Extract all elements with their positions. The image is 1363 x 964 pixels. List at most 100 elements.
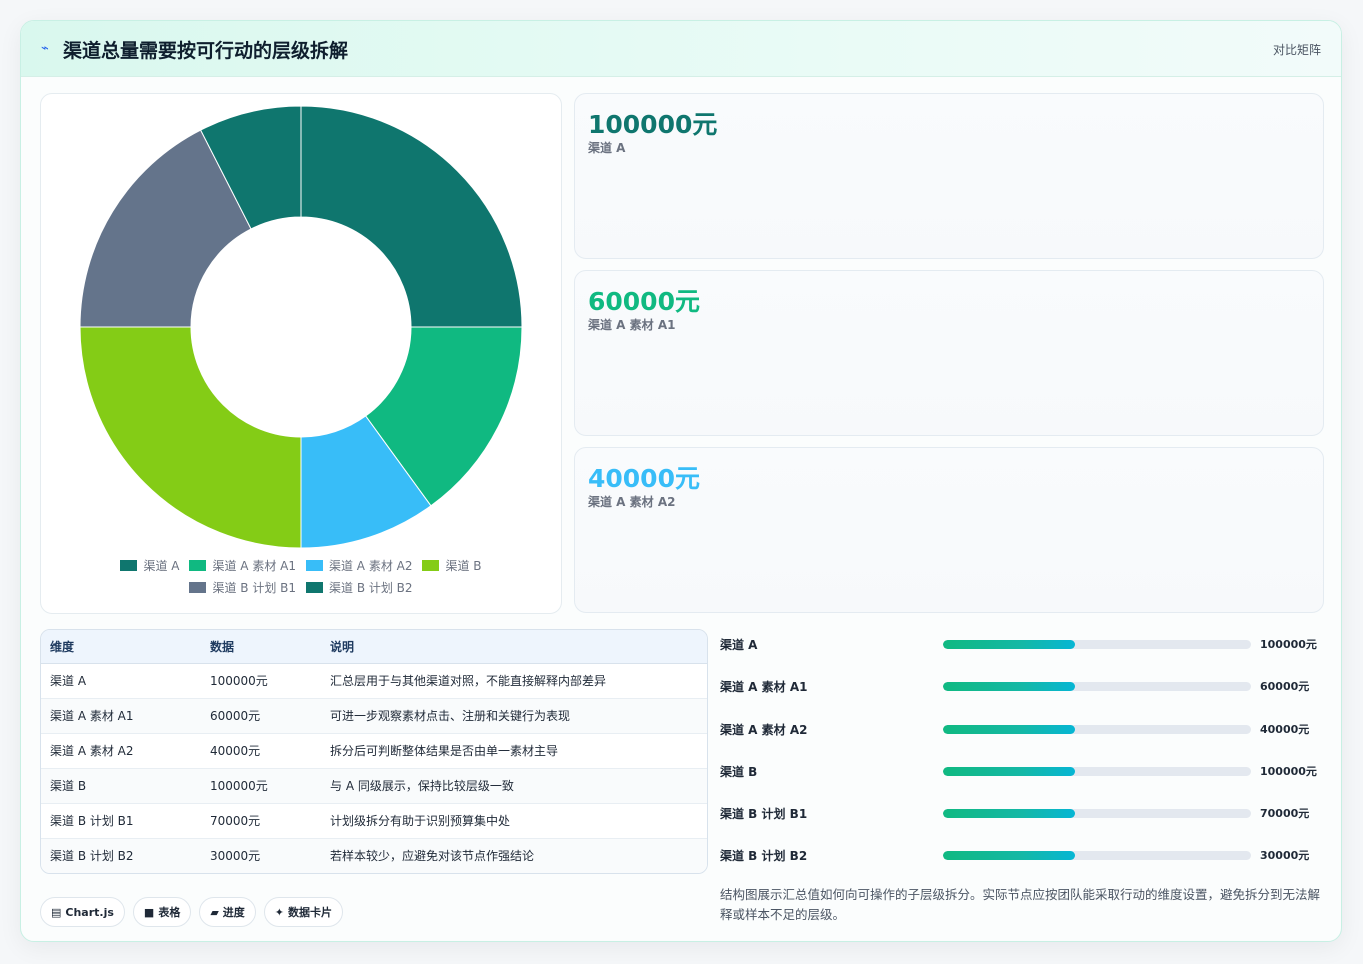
data-table: 维度 数据 说明 渠道 A 100000元 汇总层用于与其他渠道对照，不能直接解释内… (40, 629, 708, 874)
cell-dimension: 渠道 A 素材 A2 (41, 733, 201, 769)
cell-dimension: 渠道 B 计划 B1 (41, 803, 201, 839)
progress-value: 40000元 (1260, 723, 1310, 736)
sparkle-icon: ✦ (274, 905, 285, 919)
progress-fill (943, 767, 1076, 776)
legend-label: 渠道 A 素材 A1 (212, 558, 296, 573)
progress-icon: ▰ (210, 905, 219, 919)
chip-data-card[interactable]: ✦ 数据卡片 (263, 897, 344, 927)
chip-label: Chart.js (65, 905, 114, 919)
legend-swatch (422, 559, 440, 571)
progress-track (943, 809, 1251, 818)
legend-row: 渠道 A 渠道 A 素材 A1 渠道 A 素材 A2 渠道 B (41, 554, 561, 576)
cell-description: 若样本较少，应避免对该节点作强结论 (321, 838, 707, 873)
chip-chartjs[interactable]: ▤ Chart.js (40, 897, 125, 927)
progress-fill (943, 682, 1076, 691)
doughnut-chart-panel: 渠道 A 渠道 A 素材 A1 渠道 A 素材 A2 渠道 B 渠道 B 计划 B1 渠道… (40, 93, 562, 614)
chip-label: 进度 (222, 906, 245, 919)
legend-row: 渠道 B 计划 B1 渠道 B 计划 B2 (41, 576, 561, 598)
progress-value: 60000元 (1260, 680, 1310, 693)
stat-label: 渠道 A 素材 A2 (588, 495, 676, 509)
stat-card-channel-a1: 60000元 渠道 A 素材 A1 (574, 270, 1324, 436)
cell-description: 汇总层用于与其他渠道对照，不能直接解释内部差异 (321, 663, 707, 699)
progress-track (943, 767, 1251, 776)
progress-label: 渠道 B 计划 B1 (720, 807, 808, 821)
table-row: 渠道 A 100000元 汇总层用于与其他渠道对照，不能直接解释内部差异 (41, 663, 707, 699)
legend-label: 渠道 B (445, 558, 482, 573)
page-title: 渠道总量需要按可行动的层级拆解 (63, 40, 349, 62)
progress-track (943, 851, 1251, 860)
progress-value: 70000元 (1260, 807, 1310, 820)
table-header-row: 维度 数据 说明 (41, 630, 707, 664)
stat-card-channel-a: 100000元 渠道 A (574, 93, 1324, 259)
progress-track (943, 640, 1251, 649)
stat-value: 100000元 (588, 110, 718, 139)
table-row: 渠道 A 素材 A1 60000元 可进一步观察素材点击、注册和关键行为表现 (41, 698, 707, 734)
cell-dimension: 渠道 B 计划 B2 (41, 838, 201, 873)
chip-label: 数据卡片 (288, 906, 333, 919)
table-row: 渠道 A 素材 A2 40000元 拆分后可判断整体结果是否由单一素材主导 (41, 733, 707, 769)
progress-row: 渠道 B 计划 B1 70000元 (720, 798, 1320, 828)
table-row: 渠道 B 计划 B1 70000元 计划级拆分有助于识别预算集中处 (41, 803, 707, 839)
progress-track (943, 682, 1251, 691)
cell-data: 70000元 (201, 803, 321, 839)
footnote: 结构图展示汇总值如何向可操作的子层级拆分。实际节点应按团队能采取行动的维度设置，… (720, 887, 1321, 922)
donut-slice[interactable] (300, 105, 523, 328)
legend-item[interactable]: 渠道 B 计划 B1 (189, 576, 296, 598)
chip-label: 表格 (158, 906, 181, 919)
legend-item[interactable]: 渠道 A 素材 A1 (189, 554, 296, 576)
legend-item[interactable]: 渠道 A (120, 554, 179, 576)
cell-description: 可进一步观察素材点击、注册和关键行为表现 (321, 698, 707, 734)
progress-label: 渠道 A 素材 A2 (720, 723, 808, 737)
progress-value: 100000元 (1260, 765, 1317, 778)
legend-swatch (189, 559, 207, 571)
legend-swatch (305, 559, 323, 571)
cell-data: 40000元 (201, 733, 321, 769)
cell-data: 100000元 (201, 663, 321, 699)
stat-value: 60000元 (588, 287, 700, 316)
legend-item[interactable]: 渠道 A 素材 A2 (305, 554, 412, 576)
chip-table[interactable]: ■ 表格 (132, 897, 192, 927)
dashboard-card: ⌁ 渠道总量需要按可行动的层级拆解 对比矩阵 渠道 A 渠道 A 素材 A1 渠道 … (20, 20, 1342, 942)
cell-dimension: 渠道 A (41, 663, 201, 699)
legend-label: 渠道 A (143, 558, 180, 573)
chart-legend: 渠道 A 渠道 A 素材 A1 渠道 A 素材 A2 渠道 B 渠道 B 计划 B1 渠道… (41, 554, 561, 598)
legend-item[interactable]: 渠道 B 计划 B2 (306, 576, 413, 598)
legend-item[interactable]: 渠道 B (422, 554, 482, 576)
column-header-description: 说明 (321, 630, 707, 664)
chip-progress[interactable]: ▰ 进度 (199, 897, 256, 927)
stat-value: 40000元 (588, 464, 700, 493)
cell-data: 60000元 (201, 698, 321, 734)
legend-swatch (120, 559, 138, 571)
progress-label: 渠道 A (720, 638, 758, 652)
progress-row: 渠道 B 计划 B2 30000元 (720, 840, 1320, 870)
card-header: ⌁ 渠道总量需要按可行动的层级拆解 对比矩阵 (21, 21, 1341, 77)
chart-line-icon: ⌁ (41, 41, 49, 56)
cell-dimension: 渠道 B (41, 768, 201, 804)
chart-icon: ▤ (51, 905, 62, 919)
table-row: 渠道 B 计划 B2 30000元 若样本较少，应避免对该节点作强结论 (41, 838, 707, 873)
progress-row: 渠道 B 100000元 (720, 756, 1320, 786)
legend-label: 渠道 B 计划 B1 (212, 580, 296, 595)
donut-slice[interactable] (79, 326, 302, 549)
cell-dimension: 渠道 A 素材 A1 (41, 698, 201, 734)
legend-swatch (189, 581, 207, 593)
progress-label: 渠道 A 素材 A1 (720, 680, 808, 694)
table-icon: ■ (143, 905, 155, 919)
column-header-data: 数据 (201, 630, 321, 664)
doughnut-chart (79, 105, 523, 549)
cell-description: 计划级拆分有助于识别预算集中处 (321, 803, 707, 839)
stat-card-channel-a2: 40000元 渠道 A 素材 A2 (574, 447, 1324, 613)
legend-label: 渠道 B 计划 B2 (329, 580, 413, 595)
cell-description: 与 A 同级展示，保持比较层级一致 (321, 768, 707, 804)
progress-row: 渠道 A 素材 A1 60000元 (720, 671, 1320, 701)
progress-row: 渠道 A 素材 A2 40000元 (720, 714, 1320, 744)
progress-fill (943, 809, 1076, 818)
progress-value: 30000元 (1260, 849, 1310, 862)
legend-swatch (306, 581, 323, 593)
tech-chips: ▤ Chart.js ■ 表格 ▰ 进度 ✦ 数据卡片 (40, 897, 344, 927)
progress-row: 渠道 A 100000元 (720, 629, 1320, 659)
column-header-dimension: 维度 (41, 630, 201, 664)
progress-fill (943, 640, 1076, 649)
cell-data: 30000元 (201, 838, 321, 873)
compare-matrix-link[interactable]: 对比矩阵 (1273, 41, 1321, 58)
